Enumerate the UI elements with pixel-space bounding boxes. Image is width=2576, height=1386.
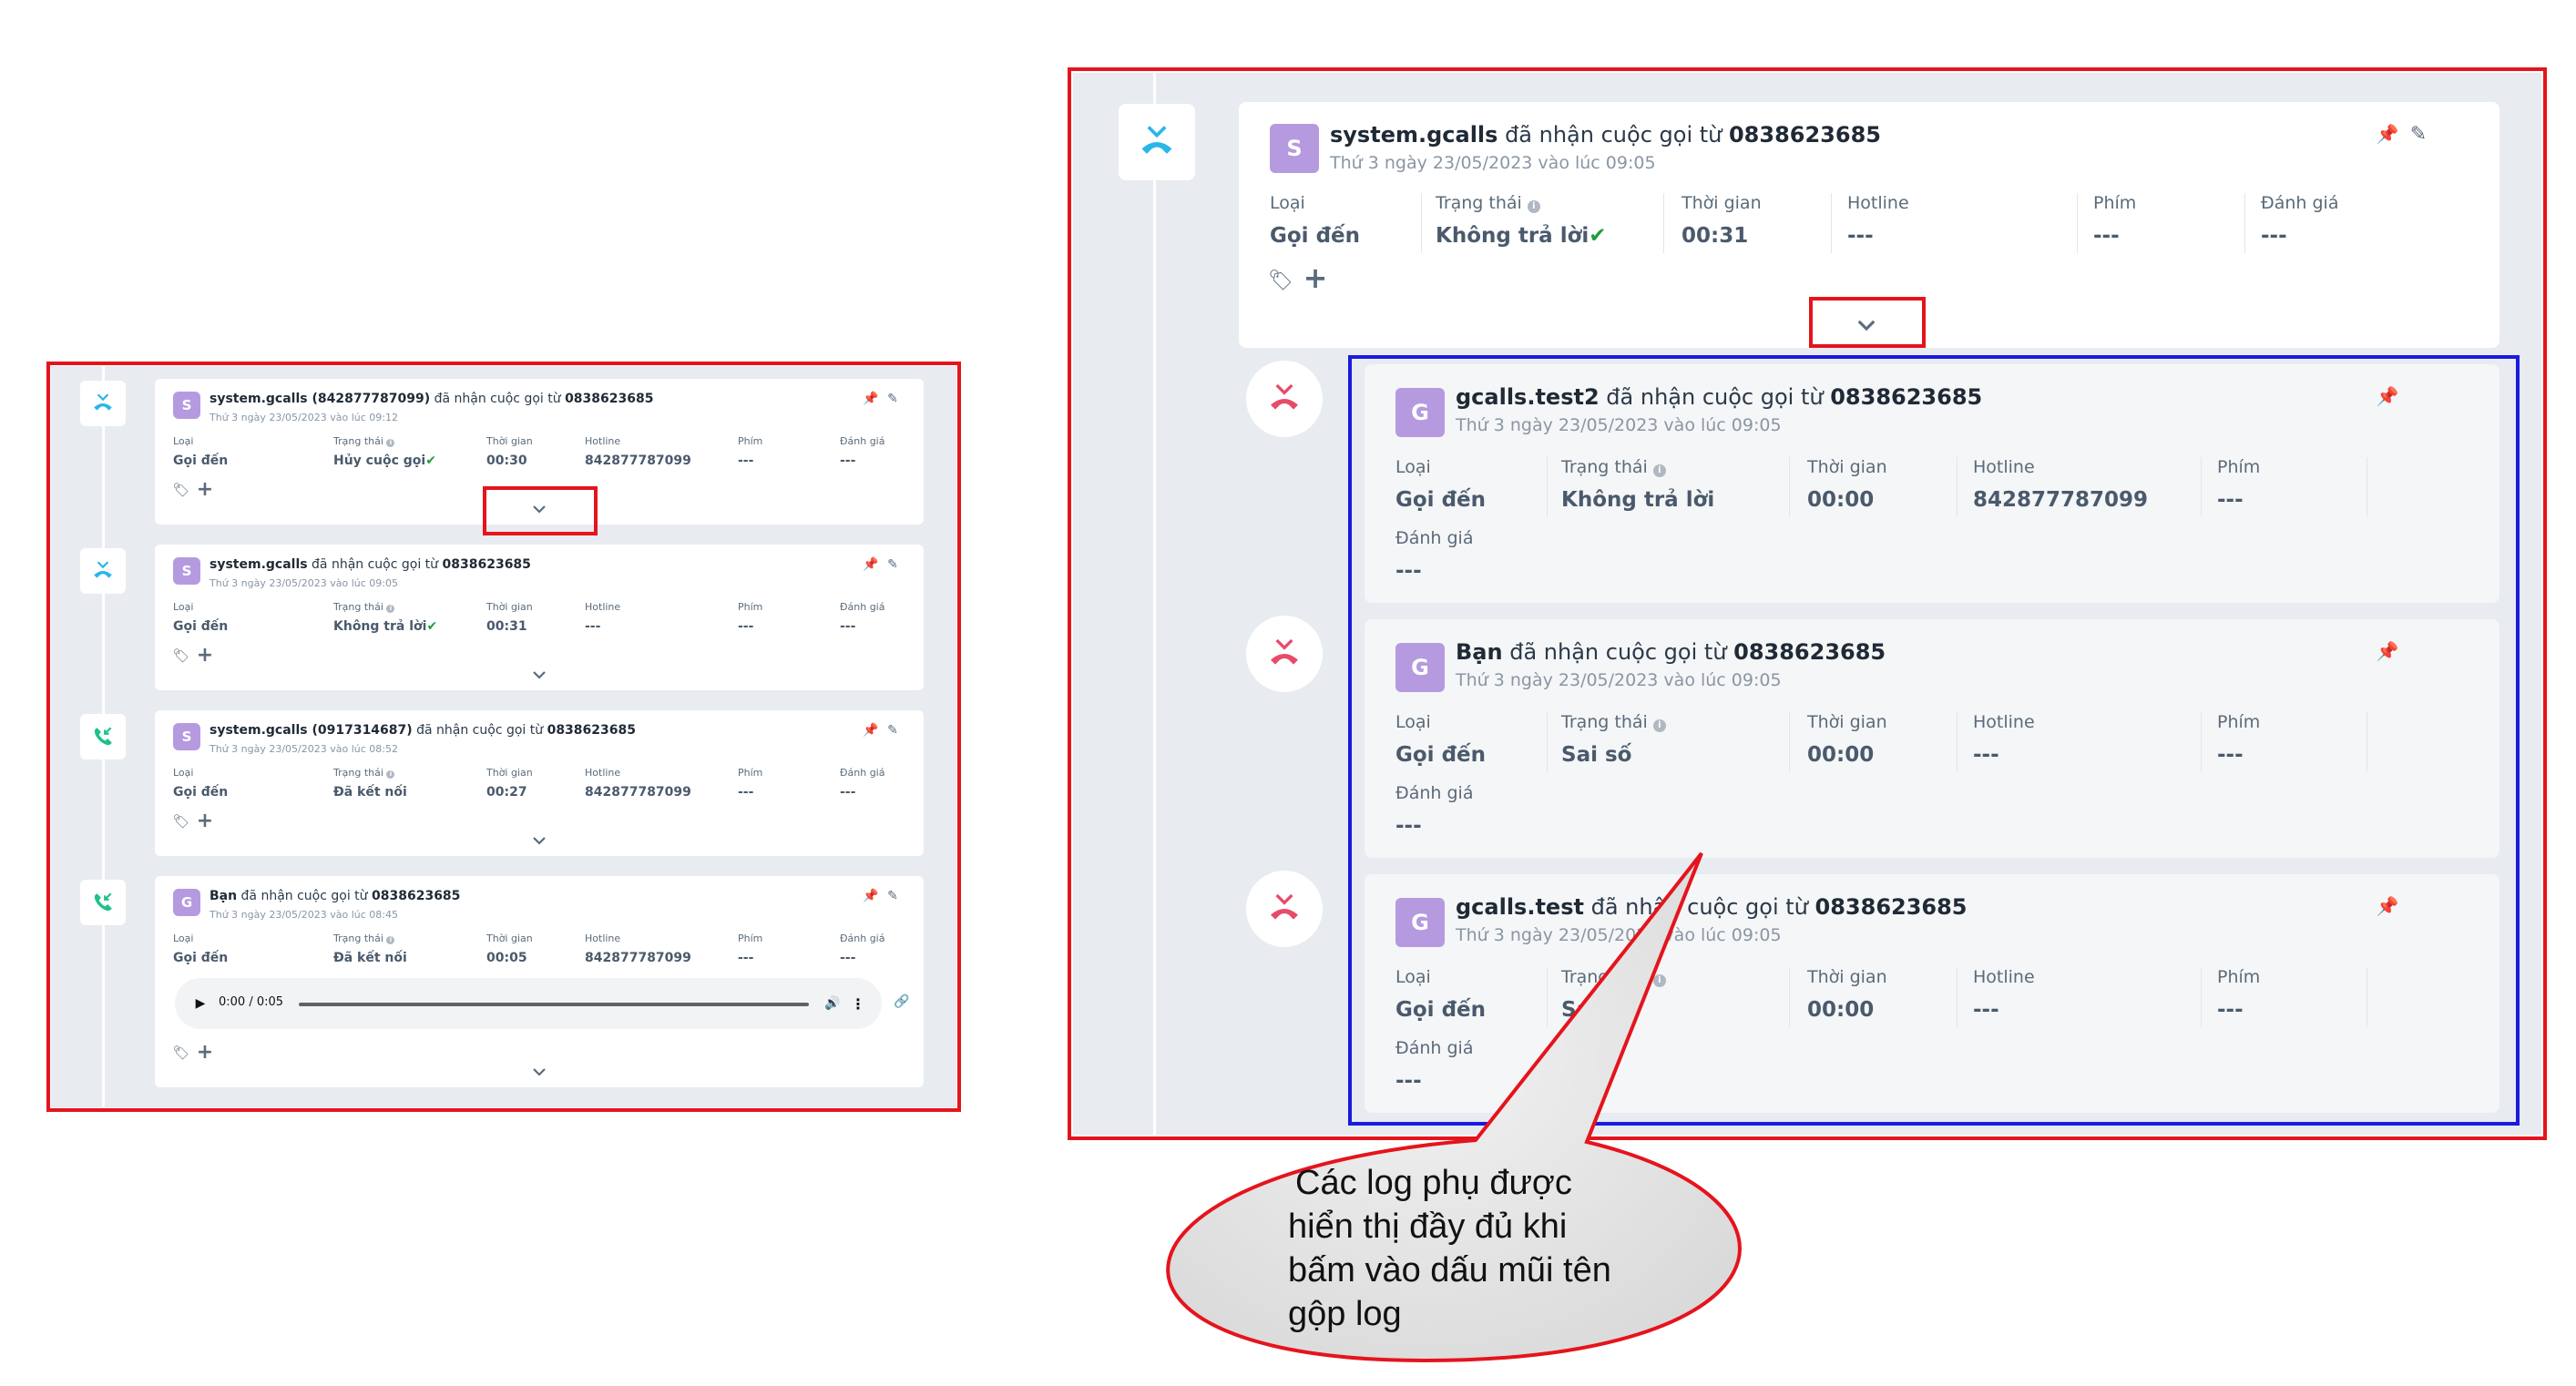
callout-line: gộp log bbox=[1288, 1295, 1402, 1333]
callout-line: Các log phụ được bbox=[1295, 1164, 1572, 1202]
callout-line: hiển thị đầy đủ khi bbox=[1288, 1208, 1568, 1246]
callout-bubble bbox=[1166, 851, 1742, 1363]
callout-line: bấm vào dấu mũi tên bbox=[1288, 1251, 1611, 1289]
